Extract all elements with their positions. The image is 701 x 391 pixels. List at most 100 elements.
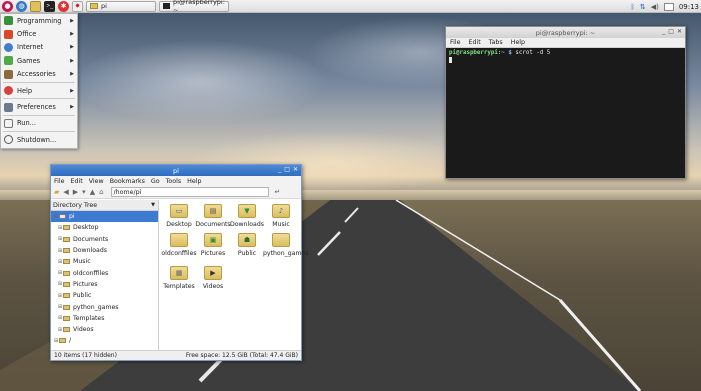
go-icon[interactable]: ↵ [275,188,281,196]
maximize-icon[interactable]: □ [668,28,674,35]
address-bar[interactable]: /home/pi [110,187,269,197]
programming-icon [4,16,13,26]
raspberry-menu-icon[interactable]: ● [2,0,13,12]
file-label: Downloads [230,221,264,228]
folder-icon [90,3,98,9]
menu-item-programming[interactable]: Programming ▶ [1,14,77,27]
tree-item-downloads[interactable]: ⊞ Downloads [51,245,158,256]
chevron-right-icon: ▶ [70,17,74,24]
file-item-templates[interactable]: ▦ Templates [161,266,197,290]
system-tray: ᛒ ⇅ ◀) 09:13 [631,0,699,13]
clock[interactable]: 09:13 [679,3,699,11]
file-item-music[interactable]: ♪ Music [263,204,299,228]
network-icon[interactable]: ⇅ [640,3,646,11]
menu-item-office[interactable]: Office ▶ [1,27,77,40]
menu-item-internet[interactable]: Internet ▶ [1,41,77,54]
menu-edit[interactable]: Edit [71,178,83,185]
menu-item-shutdown[interactable]: Shutdown... [1,133,77,146]
file-item-pictures[interactable]: ▣ Pictures [195,233,231,257]
mathematica-icon[interactable]: ✱ [58,0,69,12]
up-icon[interactable]: ▲ [90,188,95,196]
chevron-right-icon: ▶ [70,104,74,111]
tree-item-oldconffiles[interactable]: ⊞ oldconffiles [51,267,158,278]
cpu-monitor-icon[interactable] [663,2,674,11]
file-manager-icon[interactable] [30,0,41,12]
tree-label: oldconffiles [73,269,109,277]
menu-help[interactable]: Help [511,39,525,46]
file-manager-menubar: File Edit View Bookmarks Go Tools Help [51,176,301,186]
menu-item-help[interactable]: Help ▶ [1,84,77,97]
terminal-output[interactable]: pi@raspberrypi:~ $ scrot -d 5 [446,48,685,67]
back-icon[interactable]: ◀ [63,188,68,196]
file-label: Public [237,250,257,257]
file-item-videos[interactable]: ▶ Videos [195,266,231,290]
tree-item-music[interactable]: ⊞ Music [51,256,158,267]
volume-icon[interactable]: ◀) [651,3,659,11]
tree-item-videos[interactable]: ⊞ Videos [51,324,158,335]
tree-item-root[interactable]: ⊞ / [51,335,158,346]
minimize-icon[interactable]: _ [278,166,281,173]
new-folder-icon[interactable]: ▰ [54,188,59,196]
tree-item-pictures[interactable]: ⊞ Pictures [51,279,158,290]
file-icon-view[interactable]: ▭ Desktop ▤ Documents ▼ Downloads ♪ Musi… [159,200,309,351]
chevron-right-icon: ▶ [70,31,74,38]
close-icon[interactable]: ✕ [677,28,682,35]
menu-separator [3,81,75,83]
folder-icon [63,225,70,231]
forward-icon[interactable]: ▶ [73,188,78,196]
menu-item-run[interactable]: Run... [1,117,77,130]
menu-item-accessories[interactable]: Accessories ▶ [1,68,77,81]
videos-folder-icon: ▶ [204,266,222,280]
menu-go[interactable]: Go [151,178,160,185]
menu-tabs[interactable]: Tabs [489,39,503,46]
maximize-icon[interactable]: □ [284,166,290,173]
music-folder-icon: ♪ [272,204,290,218]
file-label: python_games [263,250,309,257]
file-item-downloads[interactable]: ▼ Downloads [229,204,265,228]
bluetooth-icon[interactable]: ᛒ [631,3,635,11]
tree-item-documents[interactable]: ⊞ Documents [51,234,158,245]
menu-view[interactable]: View [89,178,104,185]
file-item-public[interactable]: ☗ Public [229,233,265,257]
menu-tools[interactable]: Tools [166,178,182,185]
folder-icon [63,281,70,287]
menu-file[interactable]: File [54,178,65,185]
wolfram-icon[interactable]: ✷ [72,0,83,12]
menu-item-games[interactable]: Games ▶ [1,54,77,67]
file-item-documents[interactable]: ▤ Documents [195,204,231,228]
tree-item-python-games[interactable]: ⊞ python_games [51,301,158,312]
menu-item-preferences[interactable]: Preferences ▶ [1,100,77,113]
tree-item-pi[interactable]: ⊟ pi [51,211,158,223]
task-terminal[interactable]: pi@raspberrypi: ~ [159,0,229,14]
history-dropdown-icon[interactable]: ▾ [82,188,86,196]
menu-file[interactable]: File [450,39,461,46]
task-file-manager[interactable]: pi [86,0,156,12]
close-icon[interactable]: ✕ [293,166,298,173]
tree-label: pi [69,213,75,221]
menu-bookmarks[interactable]: Bookmarks [110,178,145,185]
file-item-oldconffiles[interactable]: oldconffiles [161,233,197,257]
menu-separator [3,98,75,100]
directory-tree-pane: Directory Tree ▼ ⊟ pi ⊞ Desktop ⊞ Docume… [51,200,159,351]
terminal-icon[interactable]: >_ [44,0,55,12]
menu-label: Office [17,30,37,39]
file-item-python-games[interactable]: python_games [263,233,309,257]
file-label: Templates [163,283,195,290]
file-manager-toolbar: ▰ ◀ ▶ ▾ ▲ ⌂ /home/pi ↵ [51,186,301,199]
chevron-down-icon: ▼ [151,202,155,208]
sidebar-header[interactable]: Directory Tree ▼ [51,200,158,211]
tree-item-templates[interactable]: ⊞ Templates [51,313,158,324]
terminal-titlebar[interactable]: pi@raspberrypi: ~ _ □ ✕ [446,27,685,38]
home-icon[interactable]: ⌂ [99,188,103,196]
folder-icon [63,236,70,242]
tree-label: Downloads [73,247,107,255]
browser-icon[interactable]: ◍ [16,0,27,12]
file-item-desktop[interactable]: ▭ Desktop [161,204,197,228]
file-manager-titlebar[interactable]: pi _ □ ✕ [51,165,301,176]
minimize-icon[interactable]: _ [662,28,665,35]
tree-item-desktop[interactable]: ⊞ Desktop [51,222,158,233]
tree-item-public[interactable]: ⊞ Public [51,290,158,301]
menu-edit[interactable]: Edit [469,39,481,46]
file-label: Videos [202,283,224,290]
menu-help[interactable]: Help [187,178,201,185]
